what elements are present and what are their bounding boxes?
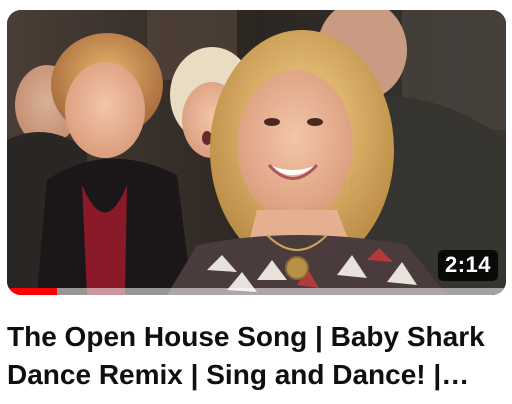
watch-progress-bar	[7, 288, 506, 295]
video-thumbnail[interactable]: 2:14	[7, 10, 506, 295]
watch-progress-fill	[7, 288, 57, 295]
duration-badge: 2:14	[437, 250, 498, 281]
thumbnail-image	[7, 10, 506, 295]
video-title[interactable]: The Open House Song | Baby Shark Dance R…	[7, 318, 487, 394]
video-card[interactable]: 2:14 The Open House Song | Baby Shark Da…	[0, 0, 512, 404]
